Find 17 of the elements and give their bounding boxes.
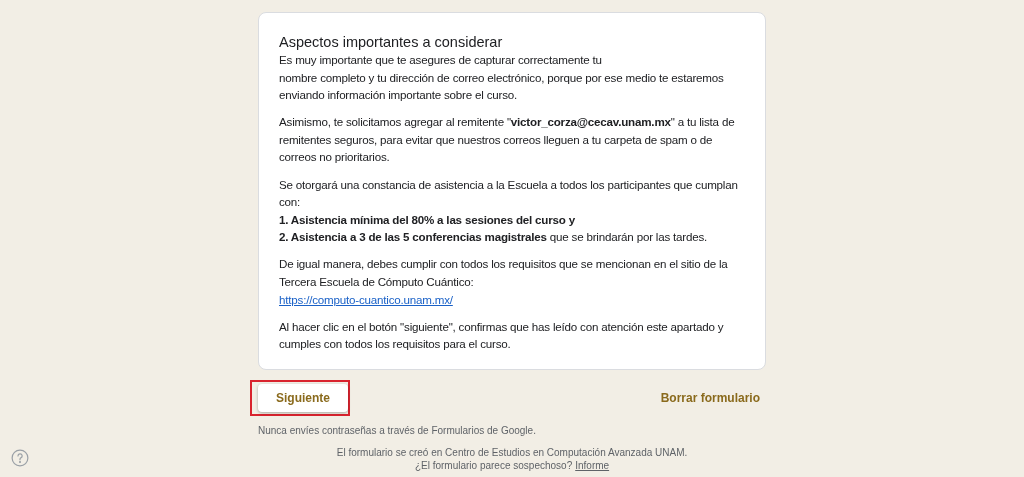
help-icon[interactable] bbox=[11, 449, 29, 467]
body-text: Se otorgará una constancia de asistencia a la Escuela a todos los participantes que cumplan con: bbox=[279, 176, 739, 211]
footer-text: El formulario se creó en Centro de Estudios en Computación Avanzada UNAM. bbox=[336, 445, 688, 459]
report-link[interactable]: Informe bbox=[575, 458, 610, 472]
body-text: nombre completo y tu dirección de correo electrónico, porque por ese medio te estaremos enviando información importante sobre el curso. bbox=[279, 69, 725, 104]
footer-question: ¿El formulario parece sospechoso? bbox=[414, 458, 573, 472]
password-warning: Nunca envíes contraseñas a través de Formularios de Google. bbox=[258, 423, 537, 438]
clear-form-button[interactable]: Borrar formulario bbox=[660, 388, 760, 407]
body-text: Es muy importante que te asegures de capturar correctamente tu bbox=[279, 52, 603, 68]
body-text: 1. Asistencia mínima del 80% a las sesiones del curso y bbox=[279, 211, 576, 228]
website-link[interactable]: https://computo-cuantico.unam.mx/ bbox=[279, 292, 453, 306]
body-text: 2. Asistencia a 3 de las 5 conferencias magistrales que se brindarán por las tardes. bbox=[279, 229, 709, 246]
body-text: De igual manera, debes cumplir con todos los requisitos que se mencionan en el sitio de la Tercera Escuela de Cómputo Cuántico: bbox=[279, 256, 729, 291]
section-title: Aspectos importantes a considerar bbox=[279, 33, 504, 51]
body-text: Asimismo, te solicitamos agregar al remitente "victor_corza@cecav.unam.mx" a tu lista de remitentes seguros, para evitar que nuestros correos lleguen a tu carpeta de spam o de correos no prioritarios. bbox=[279, 114, 736, 166]
next-button[interactable]: Siguiente bbox=[258, 383, 348, 412]
body-text: Al hacer clic en el botón "siguiente", confirmas que has leído con atención este apartado y cumples con todos los requisitos para el curso. bbox=[279, 318, 725, 353]
